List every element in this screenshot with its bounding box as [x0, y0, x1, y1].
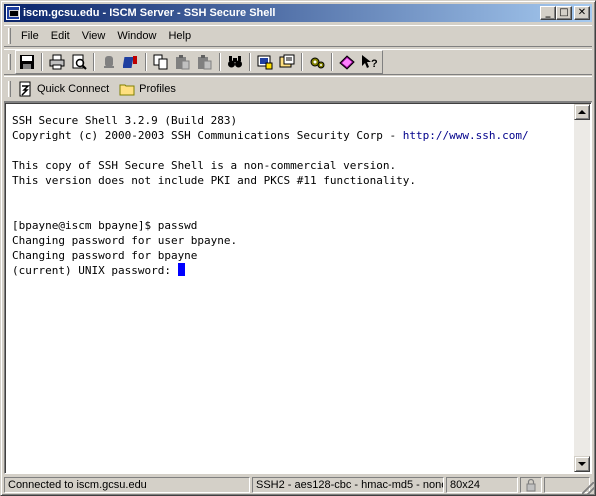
toolbar-separator: [93, 53, 95, 71]
menu-bar: File Edit View Window Help: [4, 25, 592, 47]
text-cursor: [177, 263, 185, 276]
paste-special-button[interactable]: [194, 52, 216, 72]
terminal-screen[interactable]: SSH Secure Shell 3.2.9 (Build 283) Copyr…: [7, 105, 573, 471]
save-button[interactable]: [16, 52, 38, 72]
scroll-down-button[interactable]: [574, 456, 590, 472]
lock-status: [520, 477, 542, 493]
quick-connect-button[interactable]: Quick Connect: [15, 79, 117, 99]
settings-button[interactable]: [120, 52, 142, 72]
app-window: iscm.gcsu.edu - ISCM Server - SSH Secure…: [0, 0, 596, 496]
toolbar-separator: [249, 53, 251, 71]
status-bar: Connected to iscm.gcsu.edu SSH2 - aes128…: [4, 476, 592, 494]
cipher-status: SSH2 - aes128-cbc - hmac-md5 - none: [252, 477, 444, 493]
arrow-down-icon: [578, 462, 586, 466]
context-help-icon: ?: [362, 55, 377, 70]
app-icon[interactable]: [6, 6, 20, 20]
find-button[interactable]: [224, 52, 246, 72]
scroll-up-button[interactable]: [574, 104, 590, 120]
toolbar-separator: [331, 53, 333, 71]
settings-icon: [310, 57, 325, 69]
print-preview-button[interactable]: [68, 52, 90, 72]
new-file-transfer-icon: [279, 54, 295, 68]
profiles-button[interactable]: Profiles: [117, 79, 184, 99]
profiles-toolbar: Quick Connect Profiles: [4, 76, 592, 102]
folder-icon: [119, 84, 135, 96]
svg-text:?: ?: [371, 58, 377, 70]
terminal-frame: SSH Secure Shell 3.2.9 (Build 283) Copyr…: [4, 102, 592, 474]
title-bar[interactable]: iscm.gcsu.edu - ISCM Server - SSH Secure…: [4, 4, 592, 22]
password-prompt: (current) UNIX password:: [12, 264, 178, 277]
print-button[interactable]: [46, 52, 68, 72]
close-button[interactable]: ✕: [574, 6, 590, 20]
paste-icon: [176, 55, 190, 70]
toolbar-grip[interactable]: [8, 81, 11, 97]
terminal-line: Copyright (c) 2000-2003 SSH Communicatio…: [12, 128, 573, 143]
menu-edit[interactable]: Edit: [45, 30, 76, 42]
new-file-transfer-button[interactable]: [276, 52, 298, 72]
quick-connect-icon: [19, 81, 31, 97]
terminal-line: This version does not include PKI and PK…: [12, 174, 416, 187]
help-button[interactable]: [336, 52, 358, 72]
terminal-line: SSH Secure Shell 3.2.9 (Build 283): [12, 114, 238, 127]
toolbar-grip[interactable]: [8, 54, 11, 70]
find-icon: [228, 56, 242, 68]
copy-icon: [153, 54, 168, 70]
terminal-size: 80x24: [446, 477, 518, 493]
menu-grip[interactable]: [8, 28, 11, 44]
main-toolbar: ?: [4, 49, 592, 75]
paste-button[interactable]: [172, 52, 194, 72]
terminal-line: Changing password for user bpayne.: [12, 234, 238, 247]
terminal-line: (current) UNIX password:: [12, 263, 573, 278]
save-icon: [20, 55, 34, 69]
toolbar-separator: [145, 53, 147, 71]
ssh-website-link[interactable]: http://www.ssh.com/: [403, 129, 529, 142]
settings-gear-button[interactable]: [306, 52, 328, 72]
settings-disabled-icon: [123, 56, 137, 68]
context-help-button[interactable]: ?: [358, 52, 380, 72]
vertical-scrollbar[interactable]: [574, 104, 590, 472]
maximize-button[interactable]: □: [556, 6, 572, 20]
toolbar-buttons: ?: [15, 50, 383, 74]
caption-buttons: _ □ ✕: [540, 6, 590, 20]
copy-button[interactable]: [150, 52, 172, 72]
terminal-line: Changing password for bpayne: [12, 249, 198, 262]
disconnect-button[interactable]: [98, 52, 120, 72]
print-icon: [49, 54, 65, 70]
connection-status: Connected to iscm.gcsu.edu: [4, 477, 250, 493]
terminal-line-text: Copyright (c) 2000-2003 SSH Communicatio…: [12, 129, 403, 142]
help-book-icon: [339, 55, 355, 70]
menu-window[interactable]: Window: [111, 30, 162, 42]
lock-icon: [526, 478, 536, 492]
quick-connect-label: Quick Connect: [37, 83, 110, 95]
new-terminal-button[interactable]: [254, 52, 276, 72]
menu-file[interactable]: File: [15, 30, 45, 42]
resize-grip[interactable]: [582, 482, 594, 494]
terminal-line: [bpayne@iscm bpayne]$ passwd: [12, 219, 198, 232]
menu-view[interactable]: View: [76, 30, 112, 42]
paste-disabled-icon: [198, 55, 212, 70]
terminal-line: This copy of SSH Secure Shell is a non-c…: [12, 159, 397, 172]
new-terminal-icon: [257, 55, 273, 70]
minimize-button[interactable]: _: [540, 6, 556, 20]
toolbar-separator: [41, 53, 43, 71]
print-preview-icon: [72, 54, 87, 70]
profiles-label: Profiles: [139, 83, 176, 95]
arrow-up-icon: [578, 110, 586, 114]
menu-help[interactable]: Help: [162, 30, 197, 42]
disconnect-icon: [104, 56, 114, 68]
window-title: iscm.gcsu.edu - ISCM Server - SSH Secure…: [23, 7, 276, 19]
toolbar-separator: [301, 53, 303, 71]
toolbar-separator: [219, 53, 221, 71]
